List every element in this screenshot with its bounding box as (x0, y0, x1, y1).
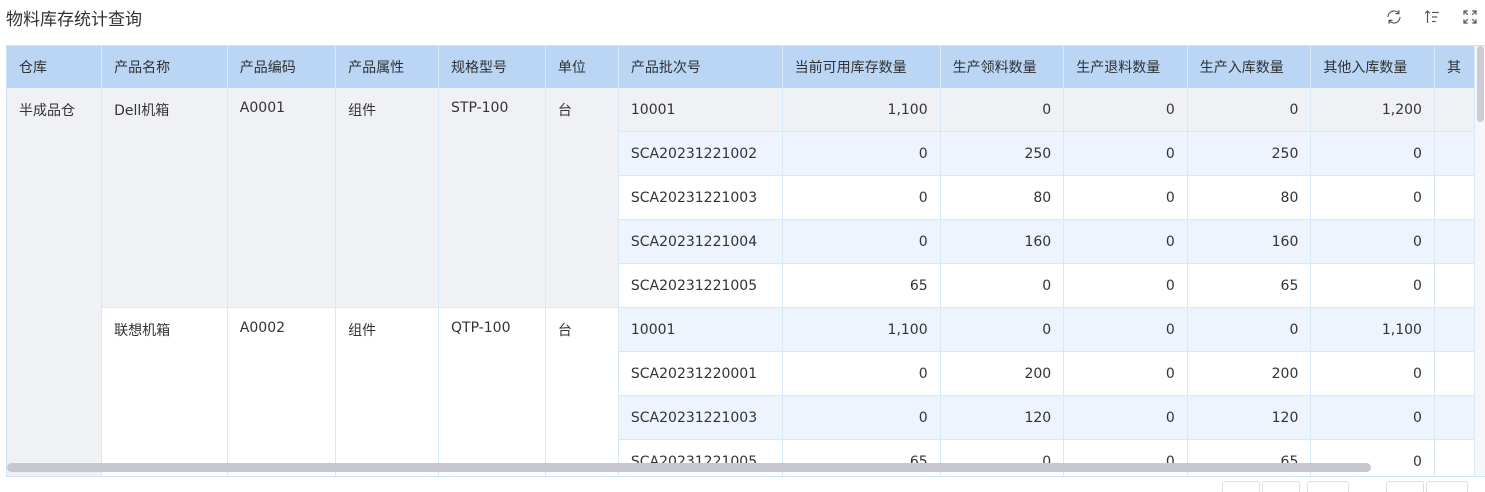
cell-available-stock: 0 (782, 395, 941, 440)
cell-other-in: 0 (1310, 263, 1435, 308)
cell-production-pick: 200 (940, 351, 1065, 396)
column-header[interactable]: 产品批次号 (618, 46, 783, 88)
cell-other-in: 0 (1310, 395, 1435, 440)
cell-batch-no: SCA20231221003 (618, 395, 783, 440)
cell-unit: 台 (545, 88, 619, 308)
cell-overflow (1434, 88, 1475, 132)
cell-product-code: A0002 (227, 307, 337, 476)
sort-icon[interactable] (1423, 8, 1441, 26)
cell-production-return: 0 (1063, 219, 1188, 264)
cell-production-in: 250 (1187, 131, 1312, 176)
cell-production-pick: 120 (940, 395, 1065, 440)
column-header[interactable]: 当前可用库存数量 (782, 46, 941, 88)
cell-overflow (1434, 219, 1475, 264)
cell-production-return: 0 (1063, 351, 1188, 396)
cell-available-stock: 0 (782, 131, 941, 176)
cell-product-attr: 组件 (335, 307, 440, 476)
cell-batch-no: SCA20231220001 (618, 351, 783, 396)
cell-batch-no: SCA20231221003 (618, 175, 783, 220)
cell-overflow (1434, 307, 1475, 352)
column-header[interactable]: 生产退料数量 (1063, 46, 1188, 88)
column-header[interactable]: 产品属性 (335, 46, 440, 88)
table-row[interactable]: 联想机箱 A0002 组件 QTP-100 台 10001 1,100 0 0 0 1,100 (7, 307, 1475, 476)
cell-production-in: 80 (1187, 175, 1312, 220)
cell-production-in: 120 (1187, 395, 1312, 440)
table-toolbar (1385, 8, 1479, 26)
cell-batch-no: SCA20231221005 (618, 263, 783, 308)
cell-overflow (1434, 131, 1475, 176)
cell-unit: 台 (545, 307, 619, 476)
page-title: 物料库存统计查询 (6, 10, 142, 30)
cell-available-stock: 1,100 (782, 307, 941, 352)
cell-production-in: 160 (1187, 219, 1312, 264)
cell-batch-no: 10001 (618, 307, 783, 352)
column-header[interactable]: 生产领料数量 (940, 46, 1065, 88)
cell-overflow (1434, 175, 1475, 220)
cell-overflow (1434, 439, 1475, 476)
column-header[interactable]: 生产入库数量 (1187, 46, 1312, 88)
inventory-table: 仓库 产品名称 产品编码 产品属性 规格型号 单位 产品批次号 当前可用库存数量 生产领料数量生… (6, 45, 1485, 477)
cell-other-in: 0 (1310, 351, 1435, 396)
table-row[interactable]: 半成品仓 Dell机箱 A0001 组件 STP-100 台 10001 1,100 0 0 0 1,… (7, 88, 1475, 476)
cell-production-return: 0 (1063, 175, 1188, 220)
table-body: 半成品仓 Dell机箱 A0001 组件 STP-100 台 10001 1,100 0 0 0 1,… (7, 88, 1475, 476)
cell-other-in: 0 (1310, 131, 1435, 176)
column-header[interactable]: 仓库 (7, 46, 103, 88)
cell-available-stock: 1,100 (782, 88, 941, 132)
cell-batch-no: SCA20231221004 (618, 219, 783, 264)
column-header[interactable]: 产品名称 (101, 46, 228, 88)
cell-production-pick: 0 (940, 307, 1065, 352)
table-body-viewport: 仓库 产品名称 产品编码 产品属性 规格型号 单位 产品批次号 当前可用库存数量 生产领料数量生… (7, 46, 1475, 476)
cell-product-name: Dell机箱 (101, 88, 228, 308)
cell-production-in: 0 (1187, 307, 1312, 352)
cell-other-in: 1,100 (1310, 307, 1435, 352)
column-header[interactable]: 其他入库数量 (1310, 46, 1435, 88)
cell-product-attr: 组件 (335, 88, 440, 308)
cell-production-in: 0 (1187, 88, 1312, 132)
cell-warehouse: 半成品仓 (7, 88, 103, 476)
cell-production-return: 0 (1063, 88, 1188, 132)
cell-production-pick: 250 (940, 131, 1065, 176)
cell-available-stock: 0 (782, 351, 941, 396)
cell-production-in: 200 (1187, 351, 1312, 396)
horizontal-scrollbar[interactable] (7, 463, 1371, 472)
cell-other-in: 1,200 (1310, 88, 1435, 132)
cell-production-pick: 0 (940, 263, 1065, 308)
column-header[interactable]: 单位 (545, 46, 619, 88)
column-header[interactable]: 规格型号 (438, 46, 546, 88)
vertical-scroll-thumb[interactable] (1477, 46, 1484, 122)
cell-spec: STP-100 (438, 88, 546, 308)
cell-production-return: 0 (1063, 307, 1188, 352)
table-header-row: 仓库 产品名称 产品编码 产品属性 规格型号 单位 产品批次号 当前可用库存数量 生产领料数量生… (7, 46, 1475, 88)
refresh-icon[interactable] (1385, 8, 1403, 26)
vertical-scrollbar[interactable] (1475, 46, 1485, 476)
cell-other-in: 0 (1310, 175, 1435, 220)
column-header[interactable]: 产品编码 (227, 46, 337, 88)
cell-product-code: A0001 (227, 88, 337, 308)
cell-spec: QTP-100 (438, 307, 546, 476)
cell-overflow (1434, 351, 1475, 396)
cell-production-return: 0 (1063, 395, 1188, 440)
column-header[interactable]: 其 (1434, 46, 1475, 88)
cell-product-name: 联想机箱 (101, 307, 228, 476)
inventory-grid: 仓库 产品名称 产品编码 产品属性 规格型号 单位 产品批次号 当前可用库存数量 生产领料数量生… (7, 46, 1475, 476)
cell-available-stock: 65 (782, 263, 941, 308)
cell-production-pick: 0 (940, 88, 1065, 132)
cell-other-in: 0 (1310, 219, 1435, 264)
cell-available-stock: 0 (782, 219, 941, 264)
fullscreen-icon[interactable] (1461, 8, 1479, 26)
cell-production-pick: 160 (940, 219, 1065, 264)
cell-overflow (1434, 395, 1475, 440)
cell-production-return: 0 (1063, 263, 1188, 308)
cell-batch-no: 10001 (618, 88, 783, 132)
cell-overflow (1434, 263, 1475, 308)
cell-batch-no: SCA20231221002 (618, 131, 783, 176)
cell-production-return: 0 (1063, 131, 1188, 176)
cell-available-stock: 0 (782, 175, 941, 220)
cell-production-in: 65 (1187, 263, 1312, 308)
cell-production-pick: 80 (940, 175, 1065, 220)
